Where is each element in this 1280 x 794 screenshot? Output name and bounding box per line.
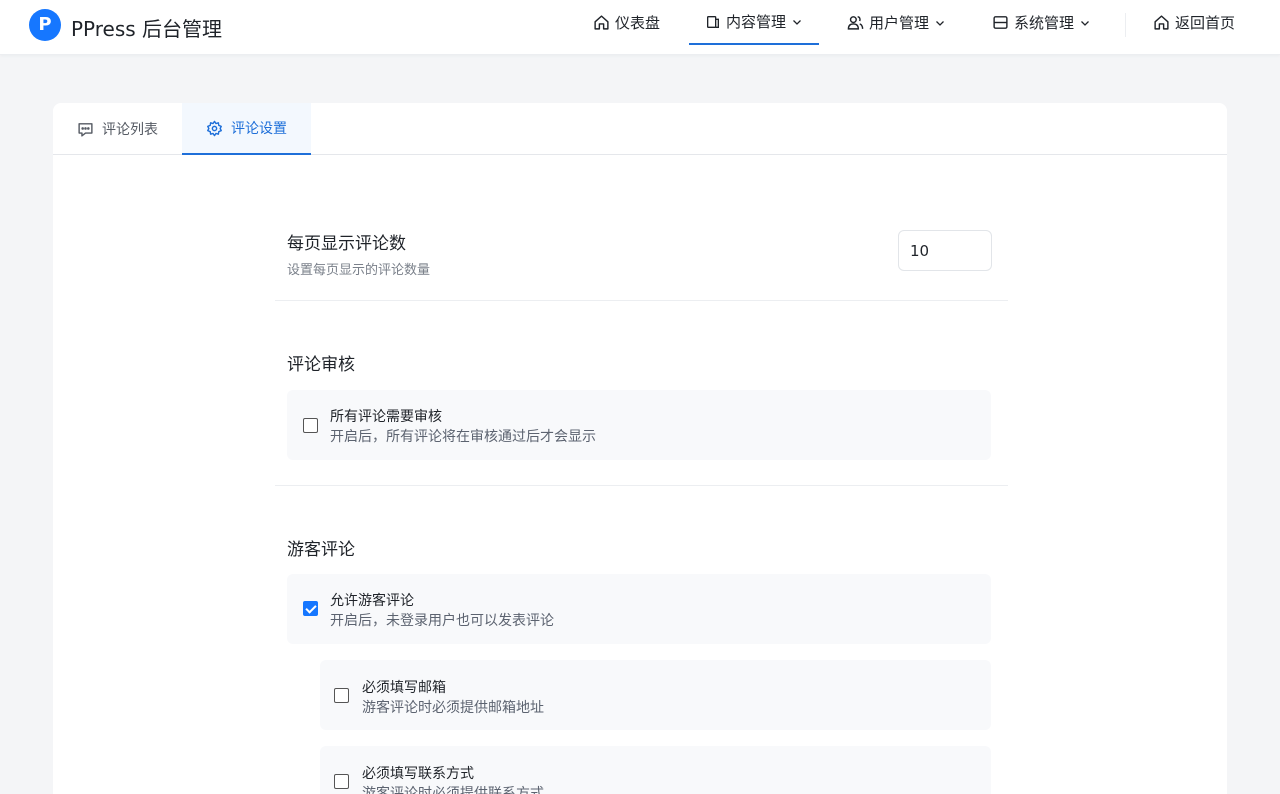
brand-logo: P <box>29 9 61 41</box>
nav-dashboard-label: 仪表盘 <box>615 12 660 33</box>
nav-divider <box>1125 13 1126 37</box>
top-header: P PPress 后台管理 仪表盘 内容管理 用户管理 系统管理 返回首页 <box>0 0 1280 55</box>
nav-system-label: 系统管理 <box>1014 12 1074 33</box>
nav-back-home-label: 返回首页 <box>1175 12 1235 33</box>
settings-card: 评论列表 评论设置 每页显示评论数 设置每页显示的评论数量 评论审核 所有评论需… <box>53 103 1227 794</box>
allow-guest-option[interactable]: 允许游客评论 开启后，未登录用户也可以发表评论 <box>287 574 991 644</box>
tab-comment-settings[interactable]: 评论设置 <box>182 103 311 155</box>
require-review-label: 所有评论需要审核 <box>330 406 442 426</box>
tab-bar: 评论列表 评论设置 <box>53 103 1227 155</box>
divider <box>275 485 1008 486</box>
require-review-option[interactable]: 所有评论需要审核 开启后，所有评论将在审核通过后才会显示 <box>287 390 991 460</box>
comment-icon <box>77 121 94 138</box>
require-email-label: 必须填写邮箱 <box>362 677 446 697</box>
allow-guest-label: 允许游客评论 <box>330 590 414 610</box>
chevron-down-icon <box>934 17 946 29</box>
require-contact-option[interactable]: 必须填写联系方式 游客评论时必须提供联系方式 <box>320 746 991 794</box>
home-icon <box>1153 14 1170 31</box>
guest-section-title: 游客评论 <box>287 535 355 560</box>
nav-back-home[interactable]: 返回首页 <box>1153 0 1235 45</box>
home-icon <box>593 14 610 31</box>
require-contact-checkbox[interactable] <box>334 774 349 789</box>
require-contact-label: 必须填写联系方式 <box>362 763 474 783</box>
nav-users[interactable]: 用户管理 <box>847 0 946 45</box>
require-email-option[interactable]: 必须填写邮箱 游客评论时必须提供邮箱地址 <box>320 660 991 730</box>
nav-dashboard[interactable]: 仪表盘 <box>593 0 660 45</box>
per-page-title: 每页显示评论数 <box>287 229 406 254</box>
nav-content[interactable]: 内容管理 <box>689 0 819 45</box>
chevron-down-icon <box>1079 17 1091 29</box>
require-email-desc: 游客评论时必须提供邮箱地址 <box>362 697 544 717</box>
gear-icon <box>206 120 223 137</box>
require-review-desc: 开启后，所有评论将在审核通过后才会显示 <box>330 426 596 446</box>
nav-users-label: 用户管理 <box>869 12 929 33</box>
require-contact-desc: 游客评论时必须提供联系方式 <box>362 783 544 794</box>
allow-guest-desc: 开启后，未登录用户也可以发表评论 <box>330 610 554 630</box>
tab-comment-list-label: 评论列表 <box>102 119 158 139</box>
document-icon <box>705 14 721 30</box>
review-section-title: 评论审核 <box>287 350 355 375</box>
chevron-down-icon <box>791 16 803 28</box>
nav-system[interactable]: 系统管理 <box>992 0 1091 45</box>
divider <box>275 300 1008 301</box>
allow-guest-checkbox[interactable] <box>303 601 318 616</box>
tab-comment-list[interactable]: 评论列表 <box>53 103 182 155</box>
require-email-checkbox[interactable] <box>334 688 349 703</box>
tab-comment-settings-label: 评论设置 <box>231 118 287 138</box>
per-page-input[interactable] <box>898 230 992 271</box>
per-page-desc: 设置每页显示的评论数量 <box>287 259 430 278</box>
nav-content-label: 内容管理 <box>726 11 786 32</box>
users-icon <box>847 14 864 31</box>
brand-title[interactable]: PPress 后台管理 <box>71 13 222 42</box>
server-icon <box>992 14 1009 31</box>
require-review-checkbox[interactable] <box>303 418 318 433</box>
